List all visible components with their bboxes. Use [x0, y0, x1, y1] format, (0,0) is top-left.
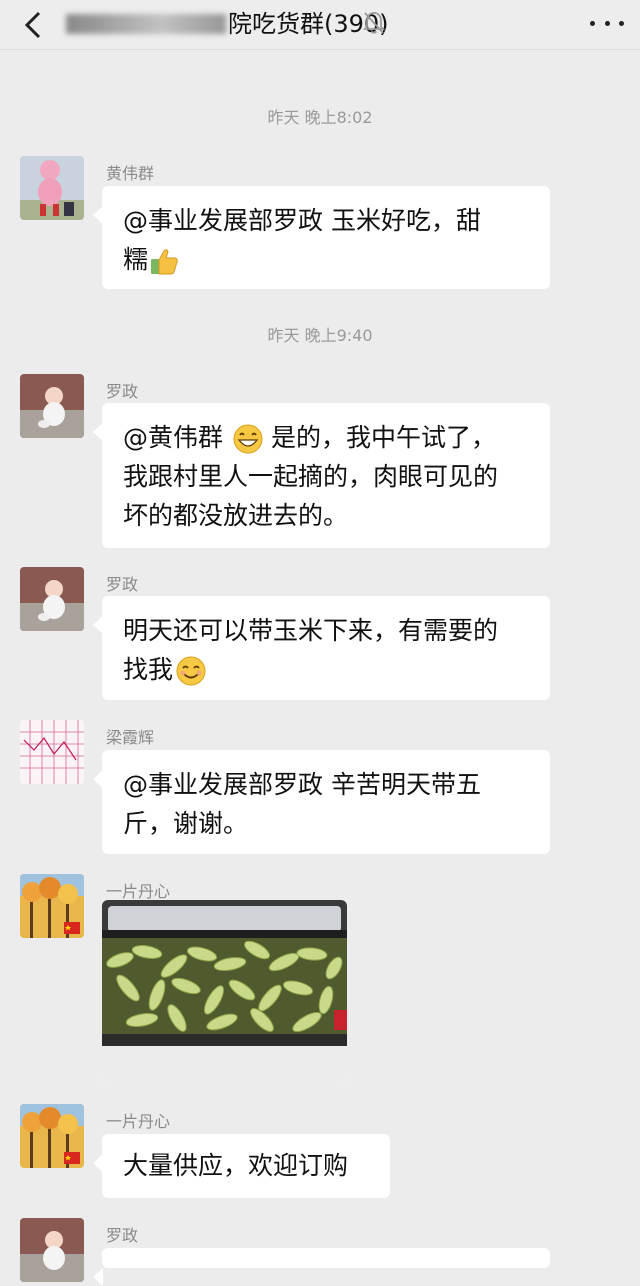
mention: @黄伟群	[123, 423, 224, 452]
bell-off-icon	[362, 12, 386, 34]
grin-icon	[233, 424, 263, 454]
back-button[interactable]	[18, 10, 48, 40]
corn-in-car-trunk-photo[interactable]	[102, 900, 347, 1084]
avatar[interactable]	[20, 374, 84, 438]
message-line: @事业发展部罗政 玉米好吃，甜	[123, 206, 481, 235]
sender-name: 罗政	[106, 382, 139, 401]
message-line: 找我	[123, 655, 174, 684]
message-line: 我跟村里人一起摘的，肉眼可见的	[123, 462, 499, 491]
sender-name: 黄伟群	[106, 164, 155, 183]
thumbs-up-icon	[151, 249, 178, 275]
message-line: 是的，我中午试了，	[271, 423, 497, 452]
message-line: 大量供应，欢迎订购	[123, 1151, 349, 1180]
chat-header: 院吃货群(390)	[0, 0, 640, 50]
grid-pattern-avatar-image	[20, 720, 84, 784]
sender-name: 一片丹心	[106, 1112, 171, 1131]
sender-name: 一片丹心	[106, 882, 171, 901]
sender-name: 罗政	[106, 1226, 139, 1245]
mascot-avatar-image	[20, 156, 84, 220]
obscured-title-prefix	[66, 14, 226, 34]
avatar[interactable]	[20, 720, 84, 784]
message-bubble[interactable]: @事业发展部罗政 辛苦明天带五 斤，谢谢。	[93, 750, 550, 854]
autumn-trees-avatar-image	[20, 874, 84, 938]
message-line: 斤，谢谢。	[123, 809, 249, 838]
message-bubble[interactable]	[93, 1248, 550, 1286]
autumn-trees-avatar-image	[20, 1104, 84, 1168]
baby-avatar-image	[20, 567, 84, 631]
baby-avatar-image	[20, 1218, 84, 1282]
timestamp: 昨天 晚上8:02	[267, 108, 373, 127]
avatar[interactable]	[20, 874, 84, 938]
message-bubble[interactable]: 大量供应，欢迎订购	[93, 1134, 390, 1198]
message-line: 坏的都没放进去的。	[123, 501, 349, 530]
smile-icon	[176, 656, 206, 686]
message-line: 糯	[123, 245, 149, 274]
avatar[interactable]	[20, 1218, 84, 1282]
avatar[interactable]	[20, 1104, 84, 1168]
avatar[interactable]	[20, 567, 84, 631]
sender-name: 罗政	[106, 575, 139, 594]
message-line: 明天还可以带玉米下来，有需要的	[123, 616, 499, 645]
baby-avatar-image	[20, 374, 84, 438]
message-bubble[interactable]: @事业发展部罗政 玉米好吃，甜 糯	[93, 186, 550, 289]
chat-title: 院吃货群(390)	[66, 6, 389, 42]
more-dots-icon	[590, 20, 595, 26]
chevron-left-icon	[24, 11, 41, 39]
more-button[interactable]	[590, 13, 624, 33]
message-line: @事业发展部罗政 辛苦明天带五	[123, 770, 481, 799]
avatar[interactable]	[20, 156, 84, 220]
sender-name: 梁霞辉	[106, 728, 155, 747]
timestamp: 昨天 晚上9:40	[267, 326, 373, 345]
message-bubble[interactable]: 明天还可以带玉米下来，有需要的 找我	[93, 596, 550, 700]
message-bubble[interactable]: @黄伟群 是的，我中午试了， 我跟村里人一起摘的，肉眼可见的 坏的都没放进去的。	[93, 403, 550, 548]
